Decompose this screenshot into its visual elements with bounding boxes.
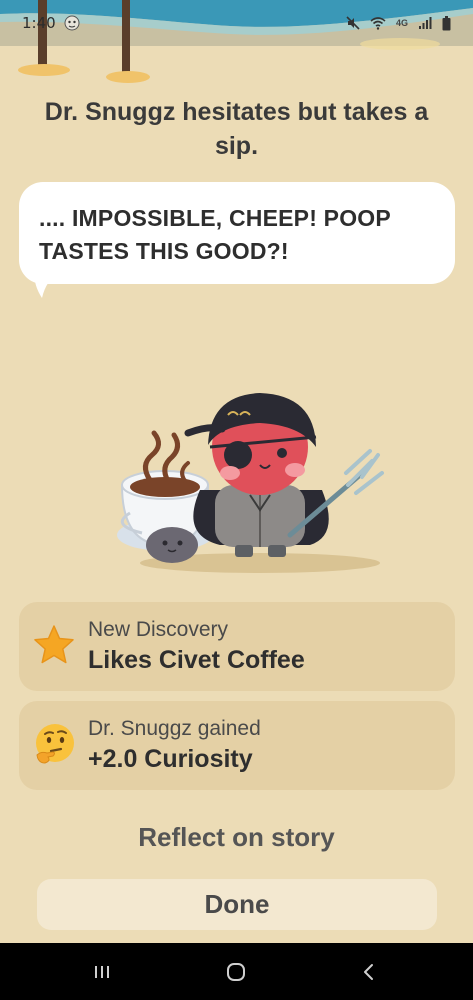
mute-icon: [346, 16, 360, 30]
done-button[interactable]: Done: [37, 879, 437, 930]
app-notification-icon: [64, 15, 80, 31]
speech-bubble-tail: [34, 272, 60, 298]
status-bar: 1:40 4G: [0, 0, 473, 46]
home-button[interactable]: [216, 959, 256, 985]
star-icon: [34, 625, 74, 664]
new-discovery-card: New Discovery Likes Civet Coffee: [19, 602, 455, 691]
wifi-icon: [370, 17, 386, 30]
grey-blob-creature-icon: [146, 527, 198, 563]
recent-apps-button[interactable]: [82, 959, 122, 985]
speech-text: .... IMPOSSIBLE, CHEEP! POOP TASTES THIS…: [39, 205, 391, 264]
reflect-on-story-link[interactable]: Reflect on story: [0, 822, 473, 853]
signal-icon: [419, 17, 432, 29]
network-type-label: 4G: [395, 18, 408, 28]
discovery-value: Likes Civet Coffee: [88, 646, 305, 674]
gained-label: Dr. Snuggz gained: [88, 717, 261, 740]
story-narration: Dr. Snuggz hesitates but takes a sip.: [44, 98, 429, 160]
back-chevron-icon: [364, 964, 373, 980]
snuggz-head: [184, 393, 317, 495]
gained-value: +2.0 Curiosity: [88, 745, 253, 773]
recent-apps-icon: [95, 966, 109, 978]
discovery-label: New Discovery: [88, 618, 229, 641]
trait-gained-card: Dr. Snuggz gained +2.0 Curiosity: [19, 701, 455, 790]
battery-icon: [442, 15, 451, 30]
back-button[interactable]: [349, 959, 389, 985]
thinking-face-icon: [36, 724, 74, 764]
home-icon: [227, 963, 245, 981]
status-time: 1:40: [22, 14, 56, 32]
system-navigation-bar: [0, 943, 473, 1000]
dr-snuggz-character-illustration: [117, 393, 384, 573]
speech-bubble: .... IMPOSSIBLE, CHEEP! POOP TASTES THIS…: [19, 182, 455, 284]
